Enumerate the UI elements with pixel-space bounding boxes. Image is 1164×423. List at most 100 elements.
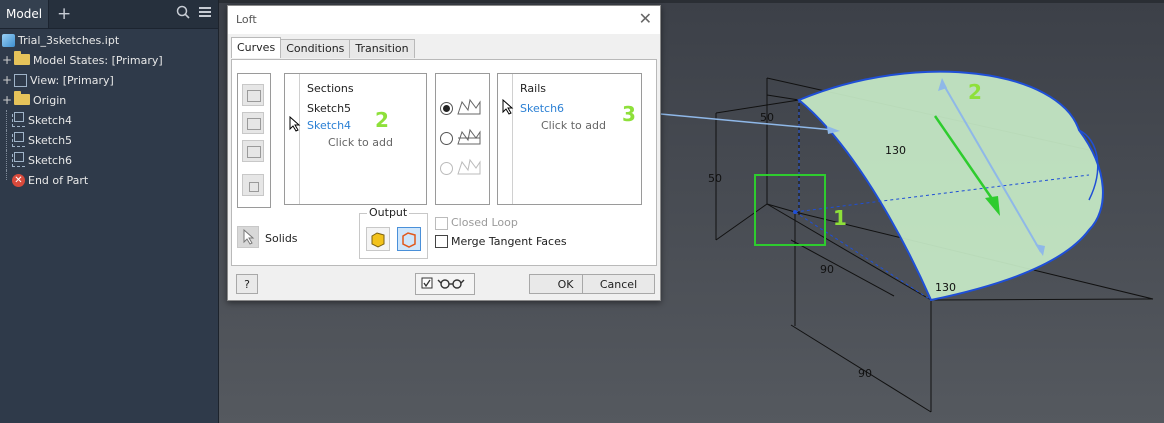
- tab-curves[interactable]: Curves: [231, 37, 282, 58]
- output-group: Output: [359, 206, 428, 259]
- preview-glasses-icon: [421, 277, 465, 289]
- solid-cube-icon: [371, 232, 385, 248]
- dialog-tabs: Curves Conditions Transition: [231, 37, 415, 59]
- tree-item-label: Trial_3sketches.ipt: [18, 33, 120, 47]
- tree-item-label: Model States: [Primary]: [33, 53, 163, 67]
- section-item[interactable]: Sketch5: [307, 102, 351, 115]
- list-divider: [512, 74, 513, 204]
- tab-model[interactable]: Model: [0, 0, 50, 28]
- leader-arrow: [638, 111, 835, 131]
- cursor-icon: [502, 99, 514, 115]
- radio-rails[interactable]: [440, 102, 453, 115]
- annotation-marker-2-dialog: 2: [375, 108, 389, 132]
- tree-item-label: Sketch6: [28, 153, 73, 167]
- sections-list[interactable]: Sections Sketch5 Sketch4 Click to add 2: [284, 73, 427, 205]
- dimension-130-bottom[interactable]: 130: [935, 281, 956, 294]
- tree-connector: [6, 170, 7, 180]
- tree-item-label: Sketch5: [28, 133, 73, 147]
- dimension-130-top[interactable]: 130: [885, 144, 906, 157]
- printer-icon: [247, 90, 261, 102]
- move-down-button[interactable]: [242, 112, 264, 134]
- dialog-titlebar: Loft ✕: [228, 6, 660, 34]
- tree-item-sketch5[interactable]: Sketch5: [0, 130, 218, 150]
- centerline-loft-icon: [457, 128, 481, 145]
- rails-list[interactable]: Rails Sketch6 Click to add: [497, 73, 642, 205]
- rail-item-selected[interactable]: Sketch6: [520, 102, 564, 115]
- merge-tangent-label: Merge Tangent Faces: [451, 235, 567, 248]
- dimension-90-mid[interactable]: 90: [820, 263, 834, 276]
- part-icon: [2, 33, 15, 47]
- tree-item-model-states[interactable]: + Model States: [Primary]: [0, 50, 218, 70]
- section-tools-strip: [237, 73, 271, 208]
- tree-item-label: End of Part: [28, 173, 89, 187]
- end-of-part-icon: ✕: [12, 173, 25, 187]
- rails-header: Rails: [520, 82, 546, 95]
- output-label: Output: [367, 206, 410, 219]
- delete-section-button[interactable]: [242, 140, 264, 162]
- point-marker: [793, 210, 797, 214]
- radio-area-loft[interactable]: [440, 162, 453, 175]
- tree-item-end-of-part[interactable]: ✕ End of Part: [0, 170, 218, 190]
- move-up-button[interactable]: [242, 84, 264, 106]
- select-arrow-icon: [243, 228, 255, 245]
- browser-tree: Trial_3sketches.ipt + Model States: [Pri…: [0, 29, 218, 190]
- sketch-icon: [12, 131, 25, 147]
- folder-icon: [14, 90, 30, 105]
- sketch-icon: [12, 151, 25, 167]
- tree-item-part[interactable]: Trial_3sketches.ipt: [0, 30, 218, 50]
- expand-icon[interactable]: +: [2, 73, 12, 87]
- tree-connector: [6, 150, 7, 170]
- printer-icon: [247, 146, 261, 158]
- expand-icon[interactable]: +: [2, 53, 12, 67]
- solids-select-button[interactable]: [237, 226, 259, 248]
- merge-tangent-checkbox[interactable]: [435, 235, 448, 248]
- preview-toggle[interactable]: [415, 273, 475, 295]
- tree-connector: [6, 130, 7, 150]
- output-surface-button[interactable]: [397, 227, 421, 251]
- menu-icon[interactable]: [198, 5, 212, 19]
- section-item-selected[interactable]: Sketch4: [307, 119, 351, 132]
- tree-item-sketch4[interactable]: Sketch4: [0, 110, 218, 130]
- lofted-surface[interactable]: [797, 70, 1104, 302]
- select-icon: [249, 182, 259, 192]
- cancel-button[interactable]: Cancel: [582, 274, 655, 294]
- dimension-50-left[interactable]: 50: [708, 172, 722, 185]
- tree-item-view[interactable]: + View: [Primary]: [0, 70, 218, 90]
- tree-item-origin[interactable]: + Origin: [0, 90, 218, 110]
- sections-add-prompt[interactable]: Click to add: [328, 136, 393, 149]
- printer-icon: [247, 118, 261, 130]
- surface-cube-icon: [402, 232, 416, 248]
- output-solid-button[interactable]: [366, 227, 390, 251]
- rails-add-prompt[interactable]: Click to add: [541, 119, 606, 132]
- folder-icon: [14, 50, 30, 65]
- help-icon: ?: [244, 278, 250, 291]
- tree-item-sketch6[interactable]: Sketch6: [0, 150, 218, 170]
- expand-icon[interactable]: +: [2, 93, 12, 107]
- close-icon[interactable]: ✕: [639, 9, 652, 28]
- browser-tools: [176, 5, 212, 19]
- loft-dialog: Loft ✕ Curves Conditions Transition Sect…: [227, 5, 661, 301]
- radio-center-line[interactable]: [440, 132, 453, 145]
- curves-tab-panel: Sections Sketch5 Sketch4 Click to add 2 …: [231, 59, 657, 266]
- closed-loop-checkbox[interactable]: [435, 217, 448, 230]
- list-divider: [299, 74, 300, 204]
- dimension-50-top[interactable]: 50: [760, 111, 774, 124]
- dialog-title: Loft: [236, 13, 257, 26]
- add-tab-icon[interactable]: +: [57, 5, 71, 23]
- tree-connector: [6, 110, 7, 130]
- model-browser: Model + Trial_3sketches.ipt + Model Stat…: [0, 0, 219, 423]
- search-icon[interactable]: [176, 5, 190, 19]
- closed-loop-label: Closed Loop: [451, 216, 518, 229]
- help-button[interactable]: ?: [236, 274, 258, 294]
- select-section-button[interactable]: [242, 174, 264, 196]
- loft-type-group: [435, 73, 490, 205]
- tab-transition[interactable]: Transition: [349, 39, 415, 58]
- dimension-90-bottom[interactable]: 90: [858, 367, 872, 380]
- sketch-line: [930, 298, 1154, 301]
- tab-conditions[interactable]: Conditions: [280, 39, 351, 58]
- annotation-marker-2-viewport: 2: [968, 80, 982, 104]
- tree-item-label: Sketch4: [28, 113, 73, 127]
- tree-item-label: View: [Primary]: [30, 73, 114, 87]
- annotation-marker-1: 1: [833, 206, 847, 230]
- sketch-icon: [12, 111, 25, 127]
